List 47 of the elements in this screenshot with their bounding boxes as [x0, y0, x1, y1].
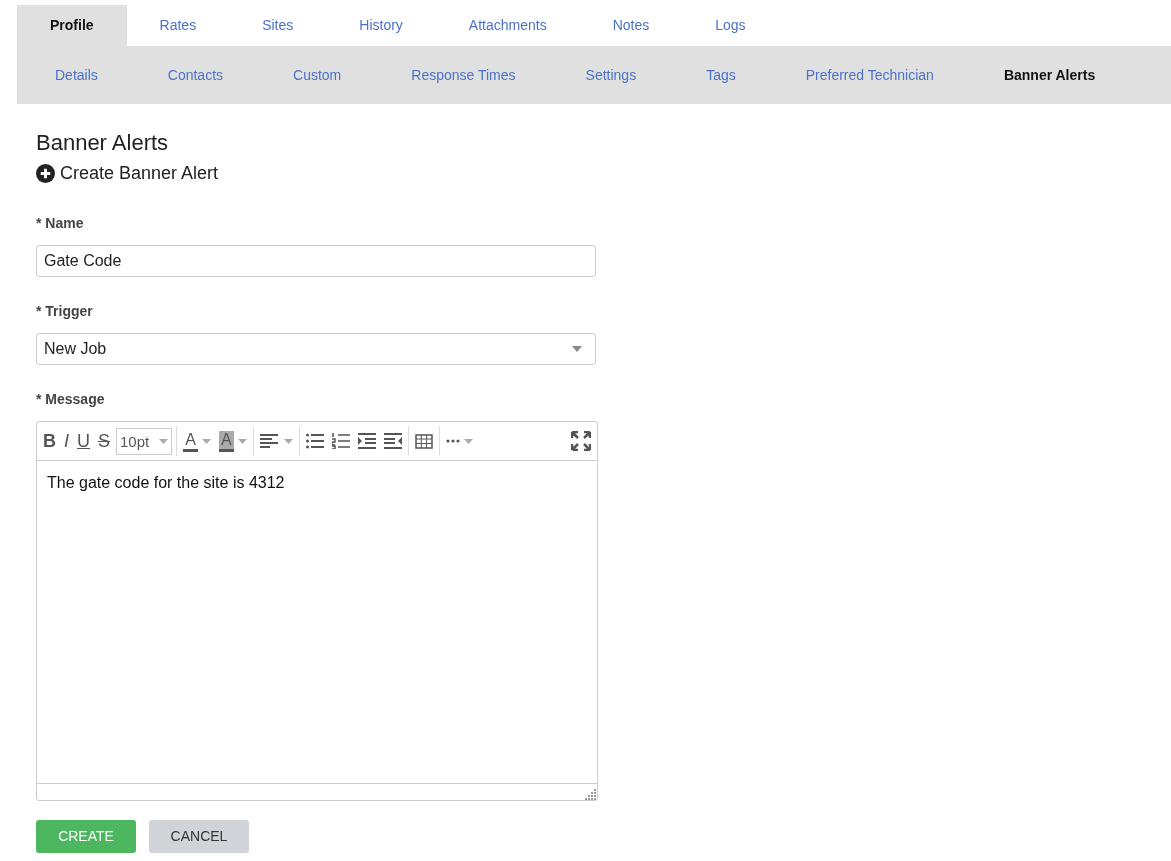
subtab[interactable]: Details [55, 64, 98, 86]
plus-circle-icon [36, 164, 55, 184]
font-size-dropdown[interactable]: 10pt [116, 427, 173, 455]
caret-icon [572, 346, 582, 353]
create-button[interactable]: CREATE [36, 820, 136, 854]
bold-button[interactable]: B [41, 432, 58, 451]
caret-icon [283, 438, 293, 444]
tab[interactable]: Profile [17, 5, 127, 46]
fullscreen-button[interactable] [569, 431, 593, 452]
numbered-list-button[interactable] [329, 433, 352, 450]
italic-button[interactable]: I [62, 432, 71, 451]
resize-handle-icon[interactable] [585, 788, 597, 801]
subtab[interactable]: Custom [293, 64, 342, 86]
bullet-list-button[interactable] [303, 433, 326, 450]
subtab[interactable]: Tags [706, 64, 736, 86]
cancel-button[interactable]: CANCEL [149, 820, 249, 854]
highlight-color-button[interactable]: A [216, 430, 249, 452]
caret-icon [237, 438, 247, 444]
tab[interactable]: History [326, 5, 436, 46]
subtab[interactable]: Preferred Technician [805, 64, 934, 86]
caret-icon [159, 438, 169, 444]
indent-button[interactable] [355, 433, 378, 450]
page-heading: Banner Alerts [36, 130, 170, 157]
align-left-button[interactable] [257, 434, 295, 449]
subtab[interactable]: Banner Alerts [1003, 64, 1096, 86]
field-label: * Message [36, 390, 106, 410]
strikethrough-button[interactable]: S [96, 432, 113, 451]
subtab[interactable]: Response Times [411, 64, 516, 86]
caret-icon [463, 438, 473, 444]
tab[interactable]: Logs [682, 5, 779, 46]
caret-icon [201, 438, 211, 444]
tab[interactable]: Rates [126, 5, 230, 46]
tab[interactable]: Notes [579, 5, 683, 46]
subtab[interactable]: Contacts [167, 64, 224, 86]
tab[interactable]: Sites [229, 5, 327, 46]
table-button[interactable] [412, 433, 435, 449]
subtab[interactable]: Settings [585, 64, 637, 86]
underline-button[interactable]: U [75, 432, 92, 451]
editor-text: The gate code for the site is 4312 [46, 473, 286, 494]
text-color-button[interactable]: A [181, 430, 213, 452]
field-label: * Name [36, 214, 85, 234]
field-label: * Trigger [36, 302, 94, 322]
create-link[interactable]: Create Banner Alert [36, 160, 219, 188]
outdent-button[interactable] [381, 433, 404, 450]
text-field[interactable]: Gate Code [36, 245, 596, 278]
dropdown-field[interactable]: New Job [36, 333, 596, 366]
tab[interactable]: Attachments [435, 5, 580, 46]
